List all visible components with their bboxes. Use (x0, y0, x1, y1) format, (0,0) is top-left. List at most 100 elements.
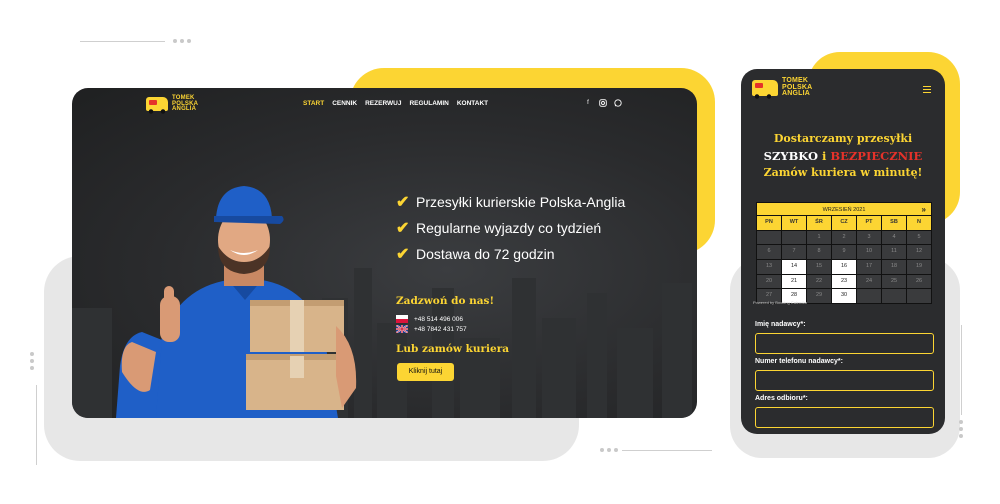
calendar-day: 15 (807, 260, 831, 274)
next-month-icon[interactable]: » (922, 203, 926, 217)
headline-line-1: Dostarczamy przesyłki (773, 132, 913, 145)
van-icon (146, 97, 168, 115)
facebook-icon[interactable]: f (584, 99, 592, 107)
headline-line-3: Zamów kuriera w minutę! (763, 166, 923, 179)
calendar-weekday: CZ (832, 216, 856, 230)
calendar-day: 3 (857, 230, 881, 245)
courier-photo (116, 186, 357, 418)
calendar-day: 6 (757, 245, 781, 260)
calendar-weekday: PT (857, 216, 881, 230)
nav-start[interactable]: START (303, 100, 324, 107)
calendar-day-available[interactable]: 14 (782, 260, 806, 274)
decor-line (80, 41, 165, 42)
sender-phone-input[interactable] (755, 370, 934, 391)
sender-phone-label: Numer telefonu nadawcy*: (755, 358, 843, 365)
calendar-day: 9 (832, 245, 856, 260)
logo-text: TOMEK POLSKA ANGLIA (172, 95, 199, 112)
headline-line-2: SZYBKO i BEZPIECZNIE (741, 149, 945, 163)
calendar-day: 1 (807, 230, 831, 245)
phone-number[interactable]: +48 514 496 006 (414, 316, 463, 323)
logo[interactable]: TOMEK POLSKA ANGLIA (752, 77, 813, 99)
decor-dots (173, 39, 191, 43)
calendar-day: 11 (882, 245, 906, 260)
uk-flag-icon (396, 325, 408, 333)
feature-text: Przesyłki kurierskie Polska-Anglia (416, 194, 626, 210)
click-here-button[interactable]: Kliknij tutaj (397, 363, 454, 381)
poland-flag-icon (396, 315, 408, 323)
social-links: f (584, 99, 622, 107)
calendar-day-available[interactable]: 16 (832, 260, 856, 274)
calendar-day: 5 (907, 230, 931, 245)
feature-item: ✔ Regularne wyjazdy co tydzień (396, 215, 625, 241)
calendar-day: 10 (857, 245, 881, 260)
showcase: TOMEK POLSKA ANGLIA START CENNIK REZERWU… (0, 0, 1000, 504)
calendar-day: 4 (882, 230, 906, 245)
decor-dots (600, 448, 618, 452)
calendar-day-available[interactable]: 23 (832, 274, 856, 289)
calendar-day: 19 (907, 260, 931, 274)
decor-dots-vertical (959, 420, 963, 438)
logo-text: TOMEK POLSKA ANGLIA (782, 77, 813, 97)
calendar-day: 2 (832, 230, 856, 245)
pickup-address-input[interactable] (755, 407, 934, 428)
calendar-grid: PN WT ŚR CZ PT SB N 1 2 3 4 5 6 7 8 9 10 11 12 13 14 15 16 17 18… (756, 216, 932, 305)
calendar-weekday: PN (757, 216, 781, 230)
decor-dots-vertical (30, 352, 34, 370)
feature-text: Dostawa do 72 godzin (416, 246, 555, 262)
feature-list: ✔ Przesyłki kurierskie Polska-Anglia ✔ R… (396, 189, 625, 267)
calendar-day: 24 (857, 274, 881, 289)
calendar-weekday: ŚR (807, 216, 831, 230)
calendar-empty-cell (907, 289, 931, 304)
feature-item: ✔ Przesyłki kurierskie Polska-Anglia (396, 189, 625, 215)
calendar-day: 22 (807, 274, 831, 289)
calendar-day: 12 (907, 245, 931, 260)
calendar-empty-cell (757, 230, 781, 245)
calendar-day: 17 (857, 260, 881, 274)
feature-text: Regularne wyjazdy co tydzień (416, 220, 602, 236)
logo[interactable]: TOMEK POLSKA ANGLIA (146, 95, 199, 115)
sender-name-input[interactable] (755, 333, 934, 354)
checkmark-icon: ✔ (396, 194, 410, 211)
mobile-mockup: TOMEK POLSKA ANGLIA Dostarczamy przesyłk… (741, 69, 945, 434)
checkmark-icon: ✔ (396, 220, 410, 237)
checkmark-icon: ✔ (396, 246, 410, 263)
nav-menu: START CENNIK REZERWUJ REGULAMIN KONTAKT (303, 100, 488, 107)
van-icon (752, 79, 778, 99)
feature-item: ✔ Dostawa do 72 godzin (396, 241, 625, 267)
calendar-weekday: SB (882, 216, 906, 230)
powered-by[interactable]: Powered by Booking Calendar (753, 300, 807, 305)
headline-word: SZYBKO (763, 149, 819, 163)
calendar-day-available[interactable]: 21 (782, 274, 806, 289)
calendar-day: 20 (757, 274, 781, 289)
phone-row[interactable]: +48 7842 431 757 (396, 325, 467, 333)
navbar: TOMEK POLSKA ANGLIA START CENNIK REZERWU… (72, 88, 697, 118)
calendar-weekday: N (907, 216, 931, 230)
calendar-empty-cell (882, 289, 906, 304)
nav-regulamin[interactable]: REGULAMIN (409, 100, 448, 107)
decor-line-vertical (36, 385, 37, 465)
calendar-day: 29 (807, 289, 831, 304)
calendar-month: WRZESIEŃ 2021 (822, 207, 866, 213)
calendar-empty-cell (782, 230, 806, 245)
whatsapp-icon[interactable] (614, 99, 622, 107)
menu-icon[interactable] (923, 86, 931, 95)
pickup-address-label: Adres odbioru*: (755, 395, 808, 402)
instagram-icon[interactable] (599, 99, 607, 107)
calendar-weekday: WT (782, 216, 806, 230)
calendar-empty-cell (857, 289, 881, 304)
headline-word: BEZPIECZNIE (830, 149, 923, 163)
nav-rezerwuj[interactable]: REZERWUJ (365, 100, 401, 107)
phone-number[interactable]: +48 7842 431 757 (414, 326, 467, 333)
call-us-heading: Zadzwoń do nas! (396, 295, 495, 307)
calendar-day-available[interactable]: 30 (832, 289, 856, 304)
calendar-day: 26 (907, 274, 931, 289)
nav-cennik[interactable]: CENNIK (332, 100, 357, 107)
headline-word: i (822, 149, 827, 163)
desktop-mockup: TOMEK POLSKA ANGLIA START CENNIK REZERWU… (72, 88, 697, 418)
calendar-day: 25 (882, 274, 906, 289)
phone-row[interactable]: +48 514 496 006 (396, 315, 463, 323)
nav-kontakt[interactable]: KONTAKT (457, 100, 488, 107)
decor-line (622, 450, 712, 451)
booking-calendar: WRZESIEŃ 2021 » PN WT ŚR CZ PT SB N 1 2 3 4 5 6 7 8 9 10… (756, 202, 932, 305)
sender-name-label: Imię nadawcy*: (755, 321, 806, 328)
